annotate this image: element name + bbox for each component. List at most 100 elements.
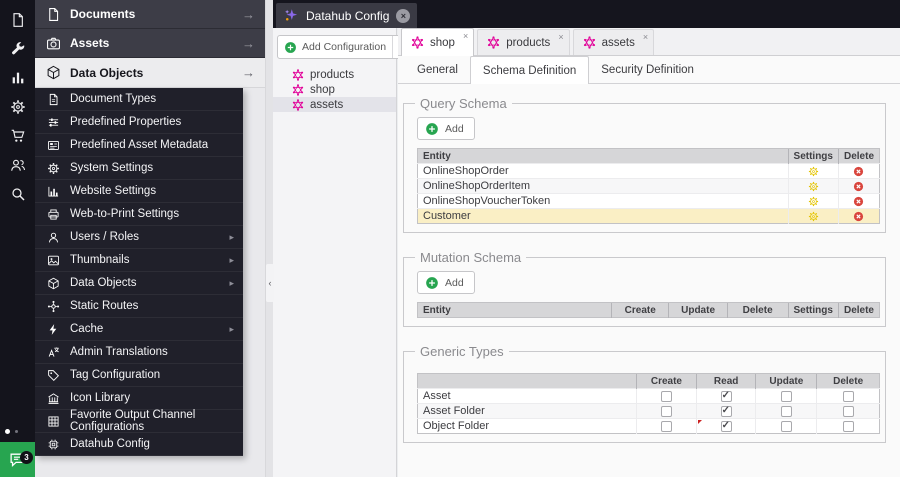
create-checkbox[interactable] [660,390,672,402]
menu-item-static-routes[interactable]: Static Routes [35,295,243,318]
update-checkbox[interactable] [780,405,792,417]
editor-tab-products[interactable]: products × [477,29,570,55]
mutation-schema-legend: Mutation Schema [420,250,522,265]
menu-item-label: Predefined Properties [70,116,182,128]
subtab-security-definition[interactable]: Security Definition [589,56,706,83]
delete-checkbox[interactable] [842,405,854,417]
table-row[interactable]: Asset [417,388,880,404]
read-checkbox[interactable] [720,390,732,402]
menu-item-document-types[interactable]: Document Types [35,88,243,111]
delete-icon[interactable] [853,181,864,192]
tree-item-assets[interactable]: assets [273,97,396,112]
menu-item-datahub-config[interactable]: Datahub Config [35,433,243,456]
accordion-section-documents[interactable]: Documents → [35,0,265,29]
menu-item-data-objects[interactable]: Data Objects ▸ [35,272,243,295]
editor-tab-assets[interactable]: assets × [572,29,655,55]
query-schema-fieldset: Query Schema Add Entity Settings Delete On… [403,96,886,233]
menu-item-admin-translations[interactable]: Admin Translations [35,341,243,364]
subtab-general[interactable]: General [405,56,470,83]
column-header-entity[interactable]: Entity [417,148,789,164]
column-header-settings-4[interactable]: Settings [787,302,839,318]
menu-item-system-settings[interactable]: System Settings [35,157,243,180]
menu-item-label: Icon Library [70,392,131,404]
menu-item-tag-configuration[interactable]: Tag Configuration [35,364,243,387]
subtab-schema-definition[interactable]: Schema Definition [469,56,590,84]
tree-item-shop[interactable]: shop [273,82,396,97]
close-icon[interactable]: × [558,32,563,42]
delete-icon[interactable] [853,196,864,207]
documents-icon[interactable] [0,5,35,34]
update-checkbox[interactable] [780,390,792,402]
settings-icon[interactable] [0,92,35,121]
column-header-delete[interactable]: Delete [816,373,880,389]
generic-types-fieldset: Generic Types Create Read Update Delete Ass… [403,344,886,443]
search-icon[interactable] [0,179,35,208]
delete-checkbox[interactable] [842,390,854,402]
delete-icon[interactable] [853,166,864,177]
settings-gear-icon[interactable] [808,181,819,192]
notifications-chat-button[interactable]: 3 [0,442,35,477]
settings-gear-icon[interactable] [808,166,819,177]
menu-item-users-roles[interactable]: Users / Roles ▸ [35,226,243,249]
tree-item-products[interactable]: products [273,67,396,82]
column-header-delete-3[interactable]: Delete [726,302,788,318]
gear-icon [47,162,60,175]
tools-icon[interactable] [0,34,35,63]
menu-item-label: Thumbnails [70,254,130,266]
close-icon[interactable]: × [463,31,468,41]
menu-item-favorite-output-channel-configurations[interactable]: Favorite Output Channel Configurations [35,409,243,433]
settings-gear-icon[interactable] [808,211,819,222]
close-icon[interactable]: × [643,32,648,42]
menu-item-predefined-properties[interactable]: Predefined Properties [35,111,243,134]
accordion-section-assets[interactable]: Assets → [35,29,265,58]
mutation-schema-add-button[interactable]: Add [417,271,475,294]
sparkle-icon [284,8,299,23]
accordion-section-data-objects[interactable]: Data Objects → [35,58,265,88]
menu-item-icon-library[interactable]: Icon Library [35,387,243,410]
delete-checkbox[interactable] [842,420,854,432]
ecommerce-icon[interactable] [0,121,35,150]
reports-icon[interactable] [0,63,35,92]
column-header-read[interactable]: Read [695,373,756,389]
table-row[interactable]: Object Folder [417,418,880,434]
read-checkbox[interactable] [720,420,732,432]
create-checkbox[interactable] [660,405,672,417]
menu-item-thumbnails[interactable]: Thumbnails ▸ [35,249,243,272]
update-checkbox[interactable] [780,420,792,432]
tree-item-label: assets [310,98,344,111]
table-row[interactable]: OnlineShopVoucherToken [417,193,880,209]
column-header-entity-0[interactable]: Entity [417,302,612,318]
create-checkbox[interactable] [660,420,672,432]
panel-splitter[interactable]: ‹ [265,0,274,477]
column-header-delete[interactable]: Delete [837,148,880,164]
table-row[interactable]: Asset Folder [417,403,880,419]
column-header-update-2[interactable]: Update [668,302,728,318]
column-header-create[interactable]: Create [636,373,697,389]
menu-item-website-settings[interactable]: Website Settings [35,180,243,203]
main-menu-panel: Documents → Assets → Data Objects → Docu… [35,0,265,477]
dirty-marker [697,420,702,424]
column-header-type[interactable] [417,373,637,389]
query-schema-add-button[interactable]: Add [417,117,475,140]
tab-datahub-config[interactable]: Datahub Config × [276,3,418,28]
close-icon[interactable]: × [396,8,411,23]
table-row[interactable]: OnlineShopOrder [417,163,880,179]
table-row[interactable]: Customer [417,208,880,224]
column-header-update[interactable]: Update [755,373,817,389]
menu-item-predefined-asset-metadata[interactable]: Predefined Asset Metadata [35,134,243,157]
editor-tab-shop[interactable]: shop × [401,28,475,56]
menu-item-cache[interactable]: Cache ▸ [35,318,243,341]
column-header-delete-5[interactable]: Delete [837,302,880,318]
read-checkbox[interactable] [720,405,732,417]
column-header-create-1[interactable]: Create [611,302,669,318]
table-row[interactable]: OnlineShopOrderItem [417,178,880,194]
arrow-right-icon: → [242,6,255,22]
delete-icon[interactable] [853,211,864,222]
menu-item-web-to-print-settings[interactable]: Web-to-Print Settings [35,203,243,226]
add-configuration-button[interactable]: Add Configuration ▾ [277,35,410,59]
settings-gear-icon[interactable] [808,196,819,207]
column-header-settings[interactable]: Settings [787,148,839,164]
users-icon[interactable] [0,150,35,179]
collapse-handle-icon[interactable]: ‹ [266,264,274,302]
query-schema-legend: Query Schema [420,96,507,111]
